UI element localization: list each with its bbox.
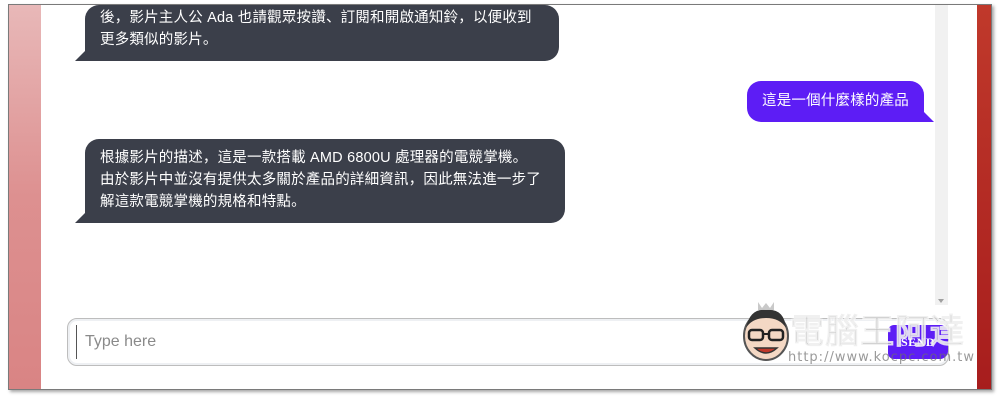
message-input[interactable] — [76, 325, 767, 359]
bot-message: 後，影片主人公 Ada 也請觀眾按讚、訂閱和開啟通知鈴，以便收到 更多類似的影片… — [75, 5, 559, 61]
watermark-url: http://www.kocpc.com.tw — [788, 350, 975, 365]
message-scrollbar[interactable] — [935, 5, 948, 305]
watermark-title: 電腦王阿達 — [790, 312, 965, 353]
right-decorative-band — [977, 5, 991, 389]
message-line: 由於影片中並沒有提供太多關於產品的詳細資訊，因此無法進一步了 — [100, 172, 541, 188]
message-line: 後，影片主人公 Ada 也請觀眾按讚、訂閱和開啟通知鈴，以便收到 — [100, 10, 532, 26]
user-message: 這是一個什麼樣的產品 — [747, 81, 934, 122]
message-line: 根據影片的描述，這是一款搭載 AMD 6800U 處理器的電競掌機。 — [100, 150, 528, 166]
message-line: 更多類似的影片。 — [100, 32, 218, 48]
message-list[interactable]: 後，影片主人公 Ada 也請觀眾按讚、訂閱和開啟通知鈴，以便收到 更多類似的影片… — [41, 5, 935, 305]
bot-message: 根據影片的描述，這是一款搭載 AMD 6800U 處理器的電競掌機。 由於影片中… — [75, 139, 565, 223]
left-decorative-band — [9, 5, 41, 389]
mascot-logo-icon — [743, 302, 789, 361]
message-line: 這是一個什麼樣的產品 — [762, 93, 909, 109]
site-watermark: 電腦王阿達 http://www.kocpc.com.tw — [740, 298, 974, 378]
message-line: 解這款電競掌機的規格和特點。 — [100, 194, 306, 210]
